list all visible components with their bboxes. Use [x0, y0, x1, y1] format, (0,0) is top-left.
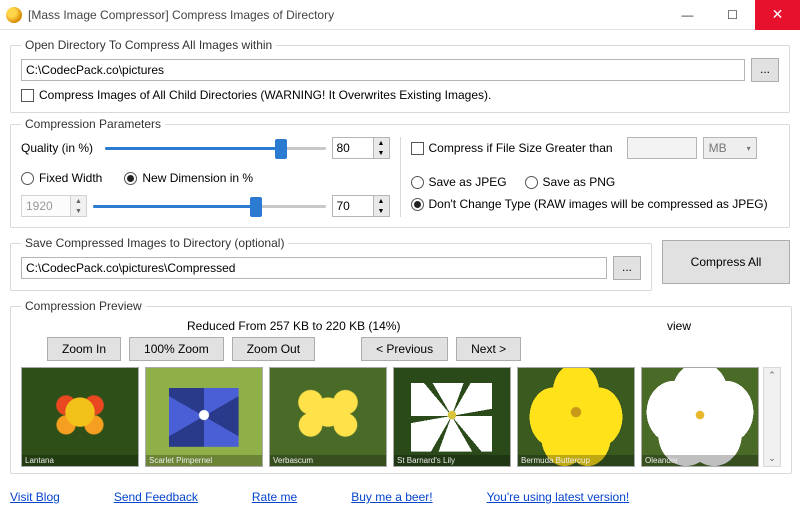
quality-label: Quality (in %) — [21, 141, 99, 155]
buy-beer-link[interactable]: Buy me a beer! — [351, 490, 432, 504]
zoom-100-button[interactable]: 100% Zoom — [129, 337, 224, 361]
fixed-width-spinner[interactable]: ▲▼ — [21, 195, 87, 217]
quality-slider[interactable] — [105, 137, 326, 159]
dimension-spinner[interactable]: ▲▼ — [332, 195, 390, 217]
scroll-down-icon[interactable]: ⌄ — [768, 451, 776, 466]
save-dir-group: Save Compressed Images to Directory (opt… — [10, 236, 652, 291]
rate-me-link[interactable]: Rate me — [252, 490, 297, 504]
compress-all-button[interactable]: Compress All — [662, 240, 790, 284]
save-png-radio[interactable]: Save as PNG — [525, 175, 616, 189]
titlebar: [Mass Image Compressor] Compress Images … — [0, 0, 800, 30]
browse-dest-button[interactable]: ... — [613, 256, 641, 280]
save-dir-legend: Save Compressed Images to Directory (opt… — [21, 236, 288, 250]
open-dir-group: Open Directory To Compress All Images wi… — [10, 38, 790, 113]
thumbnail-strip: Lantana Scarlet Pimpernel Verbascum St B… — [21, 367, 759, 467]
app-icon — [6, 7, 22, 23]
source-path-input[interactable] — [21, 59, 745, 81]
thumbnail[interactable]: Lantana — [21, 367, 139, 467]
params-group: Compression Parameters Quality (in %) ▲▼… — [10, 117, 790, 228]
close-button[interactable]: ✕ — [755, 0, 800, 30]
save-jpeg-radio[interactable]: Save as JPEG — [411, 175, 507, 189]
thumbnail[interactable]: Verbascum — [269, 367, 387, 467]
latest-version-link[interactable]: You're using latest version! — [487, 490, 630, 504]
thumbnail[interactable]: Bermuda Buttercup — [517, 367, 635, 467]
thumbnail[interactable]: Oleander — [641, 367, 759, 467]
size-threshold-input[interactable] — [627, 137, 697, 159]
previous-button[interactable]: < Previous — [361, 337, 448, 361]
size-unit-select[interactable]: MB▾ — [703, 137, 757, 159]
open-dir-legend: Open Directory To Compress All Images wi… — [21, 38, 276, 52]
fixed-width-radio[interactable]: Fixed Width — [21, 171, 102, 185]
view-label: view — [667, 319, 691, 333]
dont-change-type-radio[interactable]: Don't Change Type (RAW images will be co… — [411, 197, 768, 211]
zoom-out-button[interactable]: Zoom Out — [232, 337, 315, 361]
preview-legend: Compression Preview — [21, 299, 146, 313]
reduced-text: Reduced From 257 KB to 220 KB (14%) — [187, 319, 400, 333]
browse-source-button[interactable]: ... — [751, 58, 779, 82]
new-dimension-radio[interactable]: New Dimension in % — [124, 171, 253, 185]
quality-spinner[interactable]: ▲▼ — [332, 137, 390, 159]
next-button[interactable]: Next > — [456, 337, 521, 361]
footer-links: Visit Blog Send Feedback Rate me Buy me … — [0, 484, 800, 504]
thumbnail[interactable]: Scarlet Pimpernel — [145, 367, 263, 467]
thumbnail[interactable]: St Barnard's Lily — [393, 367, 511, 467]
window-title: [Mass Image Compressor] Compress Images … — [28, 8, 665, 22]
compress-children-checkbox[interactable]: Compress Images of All Child Directories… — [21, 88, 491, 102]
visit-blog-link[interactable]: Visit Blog — [10, 490, 60, 504]
preview-group: Compression Preview Reduced From 257 KB … — [10, 299, 792, 474]
maximize-button[interactable]: ☐ — [710, 0, 755, 30]
scroll-up-icon[interactable]: ⌃ — [768, 368, 776, 383]
dimension-slider[interactable] — [93, 195, 326, 217]
zoom-in-button[interactable]: Zoom In — [47, 337, 121, 361]
params-legend: Compression Parameters — [21, 117, 165, 131]
send-feedback-link[interactable]: Send Feedback — [114, 490, 198, 504]
minimize-button[interactable]: — — [665, 0, 710, 30]
compress-if-size-checkbox[interactable]: Compress if File Size Greater than — [411, 141, 613, 155]
dest-path-input[interactable] — [21, 257, 607, 279]
thumbnail-scrollbar[interactable]: ⌃ ⌄ — [763, 367, 781, 467]
